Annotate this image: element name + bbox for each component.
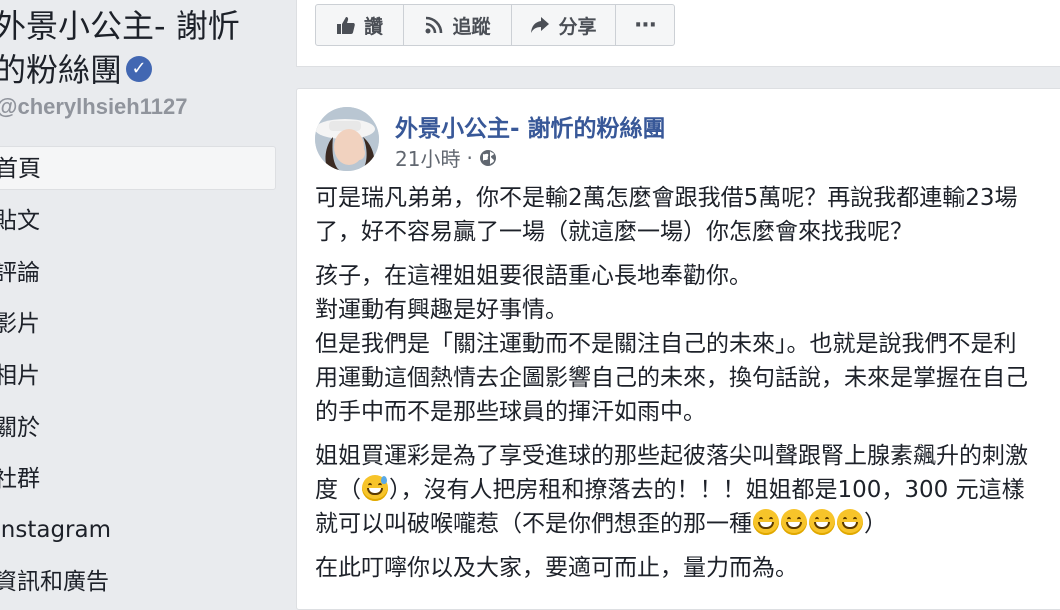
share-button[interactable]: 分享 — [512, 5, 616, 45]
sidebar-item-photos[interactable]: 相片 — [0, 354, 276, 398]
sidebar-item-about[interactable]: 關於 — [0, 406, 276, 450]
more-dots-icon: ··· — [633, 12, 657, 38]
post-paragraph: 在此叮嚀你以及大家，要適可而止，量力而為。 — [315, 551, 1060, 585]
like-button[interactable]: 讚 — [316, 5, 404, 45]
post-line: 在此叮嚀你以及大家，要適可而止，量力而為。 — [315, 555, 798, 581]
author-avatar[interactable] — [315, 107, 379, 171]
meta-separator: · — [466, 145, 473, 170]
sidebar-item-reviews[interactable]: 評論 — [0, 251, 276, 295]
post-line: 就可以叫破喉嚨惹（不是你們想歪的那一種 — [315, 511, 752, 537]
sidebar-item-info-ads[interactable]: 資訊和廣告 — [0, 560, 276, 604]
post-line: 姐姐買運彩是為了享受進球的那些起彼落尖叫聲跟腎上腺素飆升的刺激 — [315, 443, 1028, 469]
like-label: 讚 — [363, 15, 383, 38]
page-title[interactable]: 外景小公主- 謝忻 的粉絲團 ✓ — [0, 4, 284, 92]
globe-icon[interactable] — [479, 149, 497, 167]
post-line: 可是瑞凡弟弟，你不是輸2萬怎麼會跟我借5萬呢？再說我都連輸23場 — [315, 185, 1018, 211]
page-sidebar: 外景小公主- 謝忻 的粉絲團 ✓ @cherylhsieh1127 首頁 貼文 評… — [0, 0, 290, 596]
sidebar-item-label: 資訊和廣告 — [0, 569, 109, 595]
post-line: 了，好不容易贏了一場（就這麼一場）你怎麼會來找我呢？ — [315, 219, 913, 245]
post-line: ），沒有人把房租和撩落去的！！！姐姐都是100，300 元這樣 — [389, 477, 1025, 503]
sidebar-item-home[interactable]: 首頁 — [0, 146, 276, 190]
grin-emoji-icon — [837, 509, 863, 535]
sidebar-item-instagram[interactable]: Instagram — [0, 508, 276, 552]
grin-emoji-icon — [809, 509, 835, 535]
sidebar-item-label: 關於 — [0, 415, 40, 441]
page-handle[interactable]: @cherylhsieh1127 — [0, 94, 187, 120]
post-line: 孩子，在這裡姐姐要很語重心長地奉勸你。 — [315, 263, 752, 289]
post-paragraph: 姐姐買運彩是為了享受進球的那些起彼落尖叫聲跟腎上腺素飆升的刺激 度（ ），沒有人把… — [315, 439, 1060, 541]
post-meta: 21小時 · — [395, 143, 497, 172]
sidebar-item-posts[interactable]: 貼文 — [0, 199, 276, 243]
post-text: 可是瑞凡弟弟，你不是輸2萬怎麼會跟我借5萬呢？再說我都連輸23場 了，好不容易贏… — [315, 181, 1060, 595]
post-line: 度（ — [315, 477, 361, 503]
sidebar-item-label: Instagram — [0, 517, 112, 543]
post-line: ） — [864, 511, 887, 537]
action-button-group: 讚 追蹤 分享 ··· — [315, 4, 675, 46]
sidebar-item-label: 首頁 — [0, 156, 41, 182]
more-button[interactable]: ··· — [616, 5, 674, 45]
sidebar-item-label: 影片 — [0, 311, 40, 337]
thumbs-up-icon — [336, 17, 355, 34]
sidebar-item-label: 評論 — [0, 260, 40, 286]
grin-emoji-icon — [753, 509, 779, 535]
share-label: 分享 — [558, 15, 597, 38]
follow-label: 追蹤 — [452, 15, 491, 38]
post-card: 外景小公主- 謝忻的粉絲團 21小時 · 可是瑞凡弟弟，你不是輸2萬怎麼會跟我借… — [296, 88, 1060, 610]
page-action-bar: 讚 追蹤 分享 ··· — [296, 0, 1060, 67]
verified-badge-icon: ✓ — [126, 56, 153, 82]
post-paragraph: 孩子，在這裡姐姐要很語重心長地奉勸你。 對運動有興趣是好事情。 但是我們是「關注… — [315, 259, 1060, 429]
sidebar-item-label: 貼文 — [0, 208, 40, 234]
grin-emoji-icon — [781, 509, 807, 535]
page-title-line2: 的粉絲團 — [0, 51, 123, 89]
post-paragraph: 可是瑞凡弟弟，你不是輸2萬怎麼會跟我借5萬呢？再說我都連輸23場 了，好不容易贏… — [315, 181, 1060, 249]
post-line: 對運動有興趣是好事情。 — [315, 297, 568, 323]
follow-button[interactable]: 追蹤 — [404, 5, 512, 45]
sidebar-item-videos[interactable]: 影片 — [0, 302, 276, 346]
post-line: 的手中而不是那些球員的揮汗如雨中。 — [315, 399, 706, 425]
avatar-photo — [315, 107, 379, 171]
share-arrow-icon — [531, 17, 550, 33]
page-title-line1: 外景小公主- 謝忻 — [0, 7, 240, 45]
post-author-link[interactable]: 外景小公主- 謝忻的粉絲團 — [395, 109, 666, 143]
grin-sweat-emoji-icon — [362, 475, 388, 501]
post-line: 用運動這個熱情去企圖影響自己的未來，換句話說，未來是掌握在自己 — [315, 365, 1028, 391]
sidebar-item-label: 社群 — [0, 466, 40, 492]
page-title-line2-wrap: 的粉絲團 ✓ — [0, 48, 284, 92]
post-timestamp[interactable]: 21小時 — [395, 143, 460, 172]
post-line: 但是我們是「關注運動而不是關注自己的未來」。也就是說我們不是利 — [315, 331, 1017, 357]
rss-icon — [425, 16, 443, 34]
sidebar-item-community[interactable]: 社群 — [0, 457, 276, 501]
sidebar-item-label: 相片 — [0, 363, 40, 389]
